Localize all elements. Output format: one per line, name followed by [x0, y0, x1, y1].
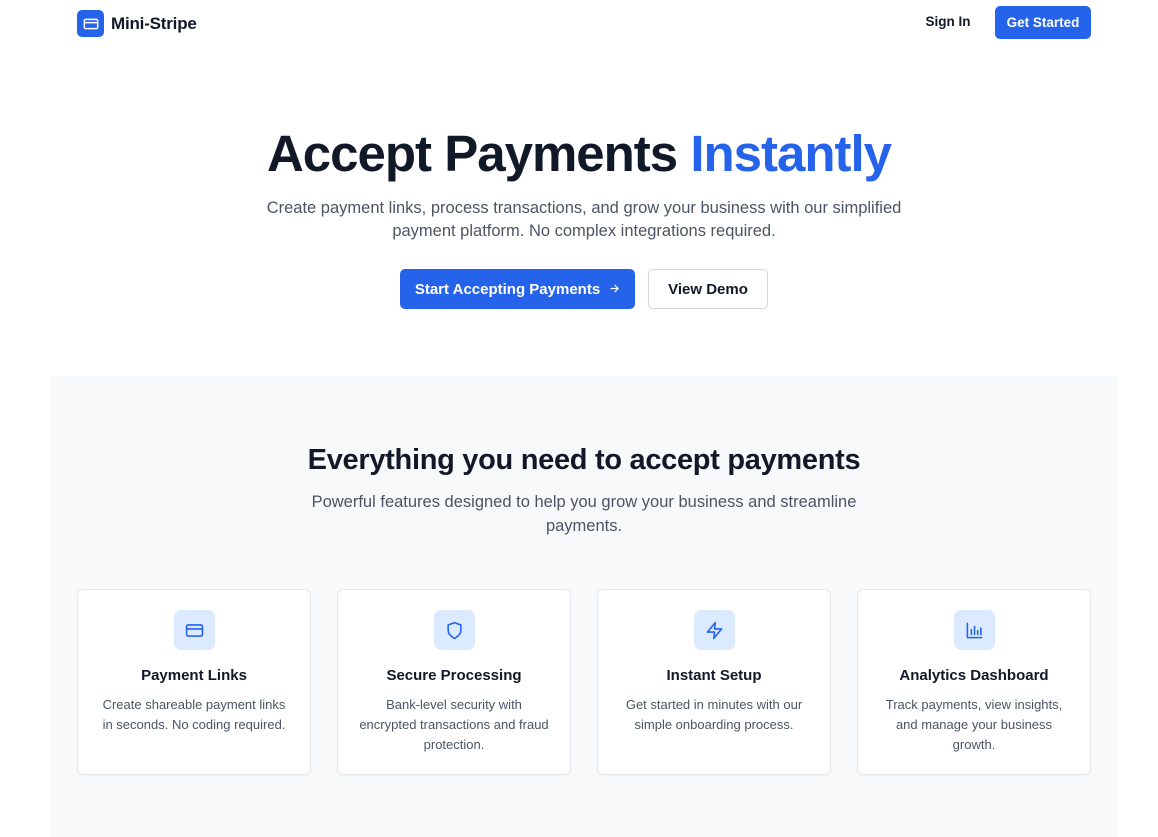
- feature-card-title: Secure Processing: [386, 667, 522, 684]
- features-subtitle: Powerful features designed to help you g…: [311, 493, 857, 535]
- feature-card-instant-setup: Instant Setup Get started in minutes wit…: [597, 589, 831, 775]
- credit-card-icon: [77, 10, 104, 37]
- bar-chart-icon: [954, 610, 995, 650]
- get-started-button[interactable]: Get Started: [995, 6, 1091, 39]
- credit-card-icon: [174, 610, 215, 650]
- lightning-icon: [694, 610, 735, 650]
- sign-in-link[interactable]: Sign In: [912, 14, 984, 29]
- feature-card-description: Create shareable payment links in second…: [102, 697, 286, 732]
- start-accepting-payments-button[interactable]: Start Accepting Payments: [400, 269, 635, 309]
- feature-card-description: Get started in minutes with our simple o…: [625, 697, 803, 732]
- shield-icon: [434, 610, 475, 650]
- hero-title: Accept Payments Instantly: [0, 124, 1158, 184]
- hero-title-accent: Instantly: [690, 125, 892, 182]
- primary-cta-label: Start Accepting Payments: [414, 280, 601, 298]
- feature-card-title: Analytics Dashboard: [899, 667, 1049, 684]
- brand[interactable]: Mini-Stripe: [77, 10, 197, 37]
- arrow-right-icon: [609, 282, 620, 297]
- hero-subtitle: Create payment links, process transactio…: [266, 199, 902, 240]
- feature-card-description: Track payments, view insights, and manag…: [885, 697, 1063, 752]
- hero-title-main: Accept Payments: [266, 125, 691, 182]
- feature-card-payment-links: Payment Links Create shareable payment l…: [77, 589, 311, 775]
- view-demo-button[interactable]: View Demo: [648, 269, 768, 309]
- site-header: Mini-Stripe Sign In Get Started: [0, 0, 1158, 46]
- feature-card-analytics-dashboard: Analytics Dashboard Track payments, view…: [857, 589, 1091, 775]
- feature-card-title: Payment Links: [141, 667, 247, 684]
- feature-card-secure-processing: Secure Processing Bank-level security wi…: [337, 589, 571, 775]
- brand-name: Mini-Stripe: [111, 13, 197, 33]
- features-title: Everything you need to accept payments: [307, 444, 861, 476]
- feature-card-description: Bank-level security with encrypted trans…: [359, 697, 549, 752]
- feature-card-title: Instant Setup: [666, 667, 762, 684]
